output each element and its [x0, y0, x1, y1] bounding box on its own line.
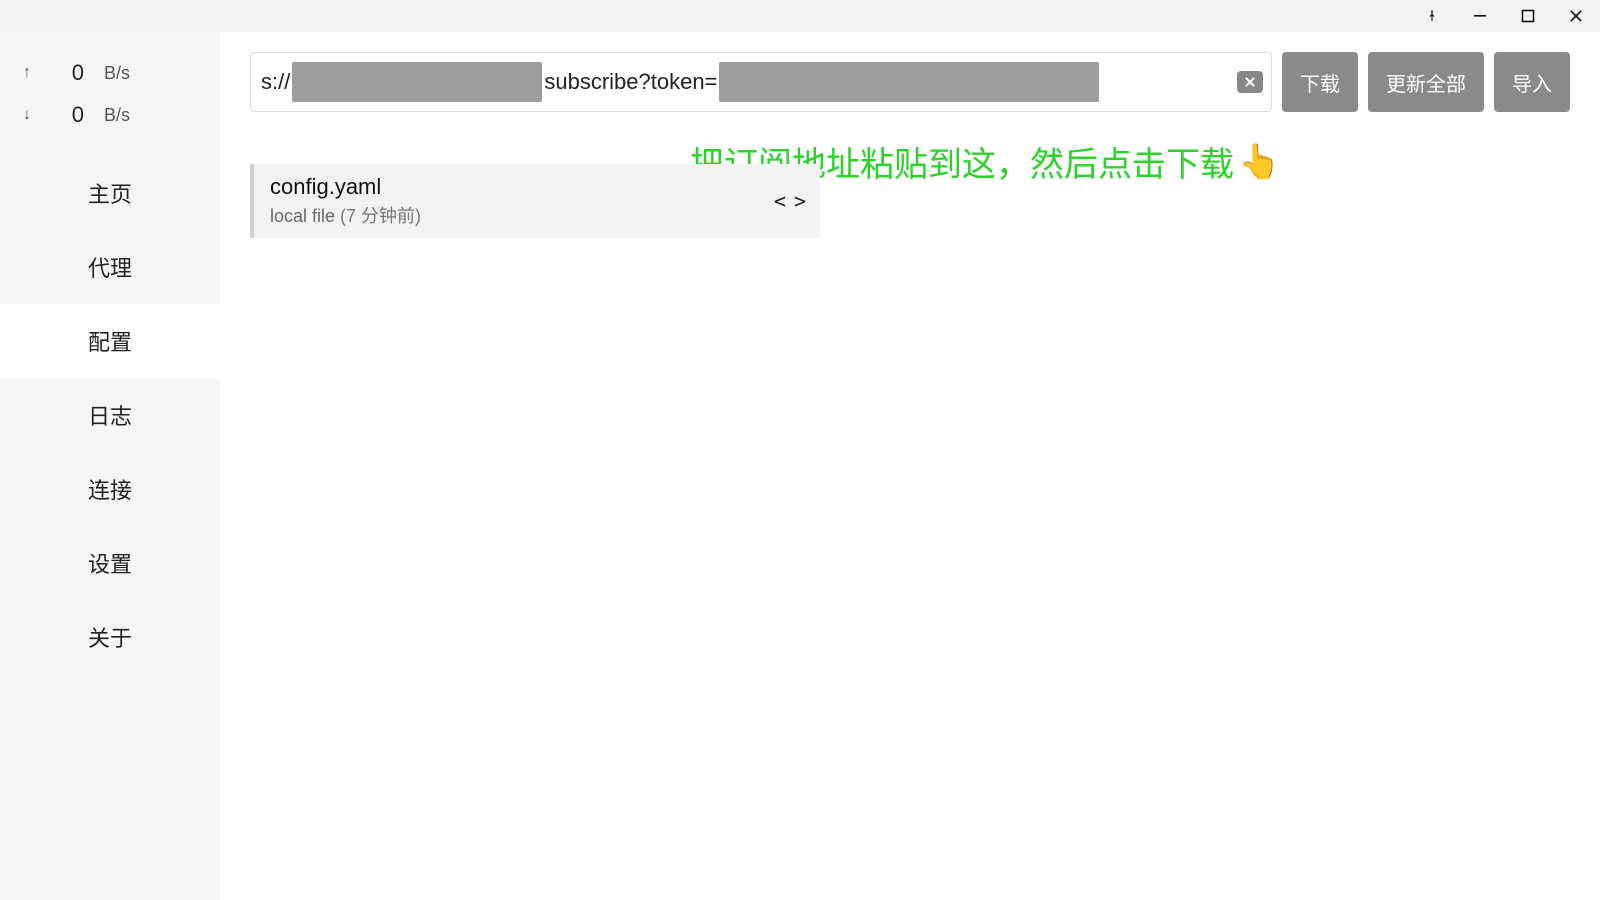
url-row: s:// subscribe?token= 下载 更新全部 导入: [250, 52, 1570, 112]
url-mid: subscribe?token=: [544, 69, 717, 95]
pin-icon: [1425, 9, 1439, 23]
profile-time: (7 分钟前): [340, 206, 421, 226]
nav-item-about[interactable]: 关于: [0, 600, 220, 674]
nav-item-settings[interactable]: 设置: [0, 526, 220, 600]
nav-item-proxies[interactable]: 代理: [0, 230, 220, 304]
nav-list: 主页 代理 配置 日志 连接 设置 关于: [0, 156, 220, 674]
maximize-button[interactable]: [1504, 0, 1552, 32]
nav-item-connections[interactable]: 连接: [0, 452, 220, 526]
main-panel: s:// subscribe?token= 下载 更新全部 导入 把订阅地址粘贴…: [220, 32, 1600, 900]
profile-source: local file: [270, 206, 335, 226]
url-redacted-2: [719, 62, 1099, 102]
sidebar: ↑ 0 B/s ↓ 0 B/s 主页 代理 配置 日志 连接 设置 关于: [0, 32, 220, 900]
nav-item-home[interactable]: 主页: [0, 156, 220, 230]
upload-unit: B/s: [104, 63, 130, 84]
traffic-panel: ↑ 0 B/s ↓ 0 B/s: [0, 42, 220, 156]
arrow-down-icon: ↓: [20, 106, 34, 124]
profile-card[interactable]: config.yaml local file (7 分钟前) < >: [250, 164, 820, 238]
point-up-icon: 👆: [1238, 142, 1280, 182]
close-button[interactable]: [1552, 0, 1600, 32]
profile-info: config.yaml local file (7 分钟前): [270, 174, 421, 228]
nav-item-logs[interactable]: 日志: [0, 378, 220, 452]
minimize-icon: [1473, 9, 1487, 23]
traffic-download-row: ↓ 0 B/s: [20, 94, 200, 136]
profile-name: config.yaml: [270, 174, 421, 200]
minimize-button[interactable]: [1456, 0, 1504, 32]
url-prefix: s://: [261, 69, 290, 95]
clear-url-button[interactable]: [1237, 71, 1263, 93]
download-value: 0: [54, 102, 84, 128]
clear-icon: [1244, 76, 1256, 88]
download-unit: B/s: [104, 105, 130, 126]
upload-value: 0: [54, 60, 84, 86]
download-button[interactable]: 下载: [1282, 52, 1358, 112]
app-body: ↑ 0 B/s ↓ 0 B/s 主页 代理 配置 日志 连接 设置 关于 s:/…: [0, 32, 1600, 900]
maximize-icon: [1521, 9, 1535, 23]
subscription-url-input[interactable]: s:// subscribe?token=: [250, 52, 1272, 112]
traffic-upload-row: ↑ 0 B/s: [20, 52, 200, 94]
code-icon[interactable]: < >: [774, 189, 804, 213]
pin-button[interactable]: [1408, 0, 1456, 32]
import-button[interactable]: 导入: [1494, 52, 1570, 112]
arrow-up-icon: ↑: [20, 64, 34, 82]
window-titlebar: [0, 0, 1600, 32]
close-icon: [1569, 9, 1583, 23]
url-redacted-1: [292, 62, 542, 102]
nav-item-profiles[interactable]: 配置: [0, 304, 220, 378]
update-all-button[interactable]: 更新全部: [1368, 52, 1484, 112]
profile-subtitle: local file (7 分钟前): [270, 202, 421, 228]
